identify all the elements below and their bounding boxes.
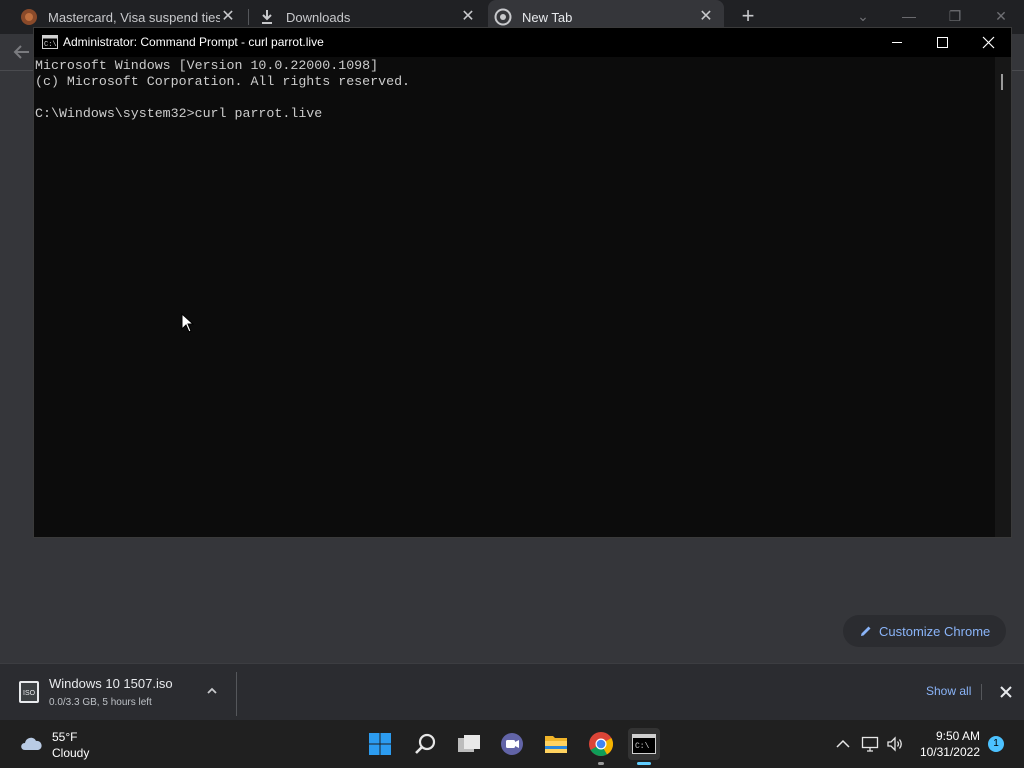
console-scrollbar[interactable] [995,57,1011,537]
teams-chat-icon [501,733,523,755]
start-button[interactable] [364,728,396,760]
notification-badge[interactable]: 1 [988,736,1004,752]
clock-date[interactable]: 10/31/2022 [918,745,980,759]
svg-text:ISO: ISO [23,690,36,697]
windows-taskbar: 55°F Cloudy C:\ 9:50 AM 10/31/2022 1 [0,720,1024,768]
cloud-icon[interactable] [18,732,46,754]
download-file-name[interactable]: Windows 10 1507.iso [49,676,173,691]
shelf-divider [981,684,982,700]
chrome-icon [494,8,512,26]
running-indicator [598,762,604,765]
restore-browser-icon[interactable]: ❐ [943,6,967,26]
chevron-up-icon[interactable] [205,684,219,698]
mouse-pointer-icon [181,313,195,333]
maximize-icon[interactable] [919,28,965,57]
shelf-divider [236,672,237,716]
tab-separator [248,9,249,25]
news-favicon-icon [21,9,37,25]
file-explorer-icon [545,736,567,753]
file-explorer-button[interactable] [540,728,572,760]
close-tab-icon[interactable]: ✕ [220,9,236,25]
pencil-icon [861,626,871,636]
svg-text:C:\: C:\ [635,742,650,751]
command-prompt-icon: C:\ [42,35,58,49]
command-prompt-icon: C:\ [632,734,656,754]
tab-title: Downloads [286,9,351,25]
customize-chrome-label: Customize Chrome [879,623,991,639]
chrome-taskbar-button[interactable] [585,728,617,760]
speaker-icon[interactable] [886,735,904,753]
console-line: Microsoft Windows [Version 10.0.22000.10… [35,58,379,73]
chrome-icon [589,732,614,757]
back-arrow-icon[interactable] [12,42,32,62]
close-tab-icon[interactable]: ✕ [698,9,714,25]
toolbar-divider [0,70,34,71]
cmd-titlebar[interactable]: C:\ Administrator: Command Prompt - curl… [34,28,1011,57]
console-prompt-line: C:\Windows\system32>curl parrot.live [35,106,323,121]
close-browser-icon[interactable]: ✕ [989,6,1013,26]
minimize-browser-icon[interactable]: — [897,6,921,26]
weather-condition[interactable]: Cloudy [52,746,89,760]
command-prompt-window[interactable]: C:\ Administrator: Command Prompt - curl… [33,27,1012,538]
clock-time[interactable]: 9:50 AM [934,729,980,743]
close-shelf-icon[interactable] [998,684,1014,700]
console-line: (c) Microsoft Corporation. All rights re… [35,74,411,89]
iso-file-icon[interactable]: ISO [18,680,40,704]
cmd-window-title: Administrator: Command Prompt - curl par… [63,35,324,49]
search-button[interactable] [409,728,441,760]
active-app-indicator [637,762,651,765]
minimize-icon[interactable] [874,28,920,57]
download-status: 0.0/3.3 GB, 5 hours left [49,697,152,708]
tab-title: New Tab [522,9,573,25]
search-icon [415,733,436,754]
command-prompt-taskbar-button[interactable]: C:\ [628,728,660,760]
close-tab-icon[interactable]: ✕ [460,9,476,25]
show-all-button[interactable]: Show all [926,684,971,698]
close-icon[interactable] [965,28,1011,57]
toolbar-divider [1011,70,1024,71]
download-icon [262,10,272,24]
tab-title: Mastercard, Visa suspend ties wi [48,9,220,25]
scrollbar-thumb[interactable] [1001,74,1003,90]
chevron-up-icon[interactable] [834,735,852,753]
start-icon [369,733,391,755]
console-output[interactable]: Microsoft Windows [Version 10.0.22000.10… [34,57,994,537]
network-icon[interactable] [861,735,879,753]
weather-temperature[interactable]: 55°F [52,730,77,744]
download-shelf: ISO Windows 10 1507.iso 0.0/3.3 GB, 5 ho… [0,663,1024,720]
new-tab-button[interactable]: + [737,5,759,27]
tab-search-chevron-icon[interactable]: ⌄ [851,6,875,26]
task-view-icon [458,735,480,752]
teams-chat-button[interactable] [496,728,528,760]
customize-chrome-button[interactable]: Customize Chrome [843,615,1006,647]
svg-text:C:\: C:\ [44,41,57,49]
task-view-button[interactable] [453,728,485,760]
